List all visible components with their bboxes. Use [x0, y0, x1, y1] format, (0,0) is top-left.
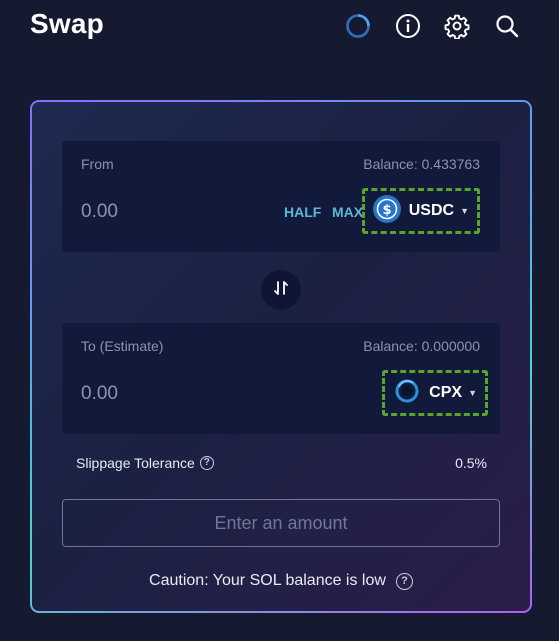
half-button[interactable]: HALF	[284, 204, 321, 220]
from-token-selector[interactable]: $ USDC ▼	[361, 188, 480, 234]
page-title: Swap	[30, 8, 104, 39]
help-icon[interactable]: ?	[395, 572, 413, 590]
to-balance: Balance: 0.000000	[363, 338, 480, 354]
usdc-icon: $	[372, 194, 401, 228]
enter-amount-button[interactable]: Enter an amount	[62, 499, 500, 547]
help-icon[interactable]: ?	[199, 456, 214, 470]
from-amount-input[interactable]: 0.00	[81, 201, 118, 223]
caution-message: Caution: Your SOL balance is low ?	[32, 572, 530, 590]
to-panel: To (Estimate) Balance: 0.000000 0.00 CPX…	[62, 323, 500, 434]
swap-arrows-icon	[272, 279, 290, 302]
slippage-value[interactable]: 0.5%	[455, 455, 487, 471]
max-button[interactable]: MAX	[332, 204, 363, 220]
to-amount-output: 0.00	[81, 383, 118, 404]
to-label: To (Estimate)	[81, 338, 164, 354]
info-icon[interactable]	[394, 12, 422, 40]
to-token-selector[interactable]: CPX ▼	[382, 370, 488, 416]
from-token-name: USDC	[408, 202, 455, 219]
slippage-tolerance: Slippage Tolerance ?	[76, 455, 214, 471]
chevron-down-icon: ▼	[468, 388, 477, 398]
search-icon[interactable]	[493, 12, 521, 40]
gear-icon[interactable]	[443, 12, 471, 40]
swap-card: From Balance: 0.433763 0.00 HALF MAX $ U…	[30, 100, 532, 613]
swap-direction-button[interactable]	[261, 270, 301, 310]
from-label: From	[81, 156, 114, 172]
cpx-icon	[393, 376, 422, 410]
top-bar: Swap	[0, 0, 559, 52]
from-panel: From Balance: 0.433763 0.00 HALF MAX $ U…	[62, 141, 500, 252]
chevron-down-icon: ▼	[460, 206, 469, 216]
from-balance: Balance: 0.433763	[363, 156, 480, 172]
svg-text:$: $	[382, 203, 391, 218]
to-token-name: CPX	[429, 384, 463, 401]
refresh-ring-icon[interactable]	[344, 12, 372, 40]
caution-text: Caution: Your SOL balance is low	[149, 572, 386, 589]
slippage-label: Slippage Tolerance	[76, 455, 195, 471]
